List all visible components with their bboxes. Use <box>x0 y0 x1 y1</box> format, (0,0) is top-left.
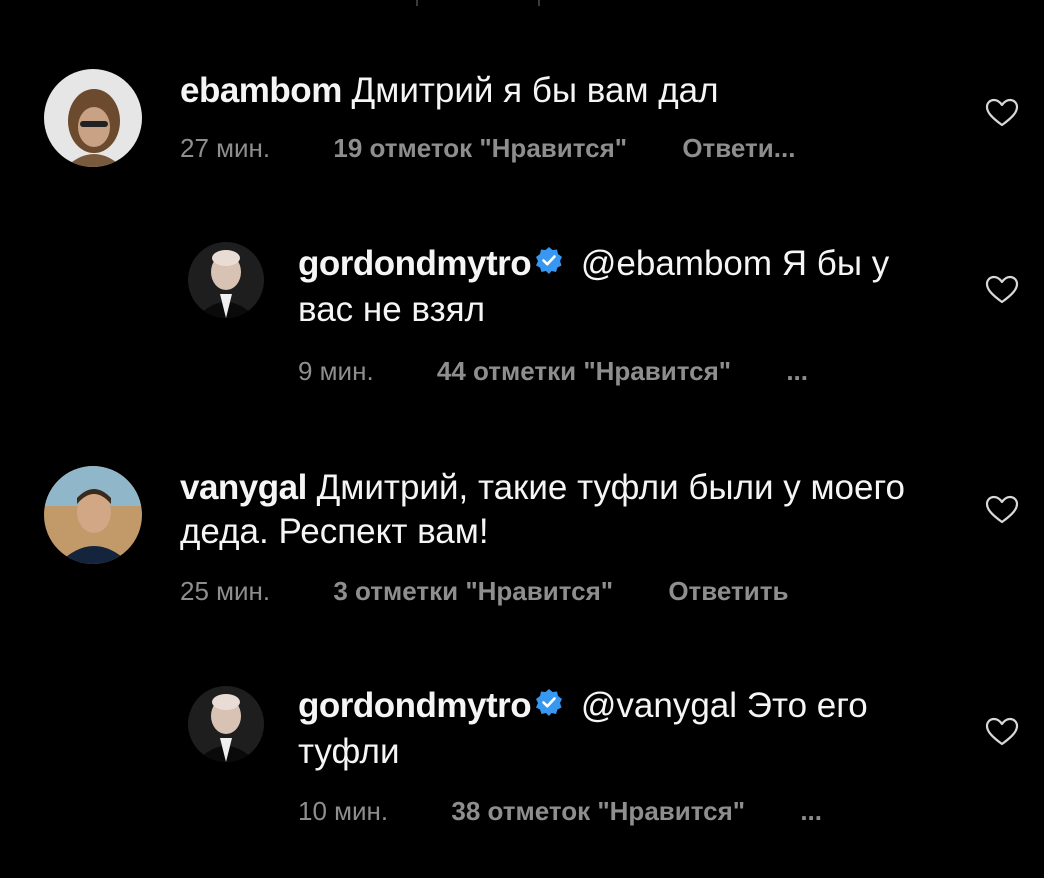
comment-body: gordondmytro @vanygal Это его туфли <box>298 684 948 774</box>
more-options-button[interactable]: ... <box>800 796 822 827</box>
heart-outline-icon[interactable] <box>985 717 1019 747</box>
comment-time: 10 мин. <box>298 796 389 826</box>
comment-meta: 10 мин. 38 отметок "Нравится" ... <box>298 796 822 827</box>
mention-link[interactable]: @vanygal <box>581 686 737 725</box>
likes-count-link[interactable]: 38 отметок "Нравится" <box>451 796 745 827</box>
reply-gordondmytro-2: gordondmytro @vanygal Это его туфли 10 м… <box>0 0 1044 878</box>
verified-badge-icon <box>535 683 563 727</box>
username-link[interactable]: gordondmytro <box>298 686 532 725</box>
avatar[interactable] <box>188 686 264 762</box>
